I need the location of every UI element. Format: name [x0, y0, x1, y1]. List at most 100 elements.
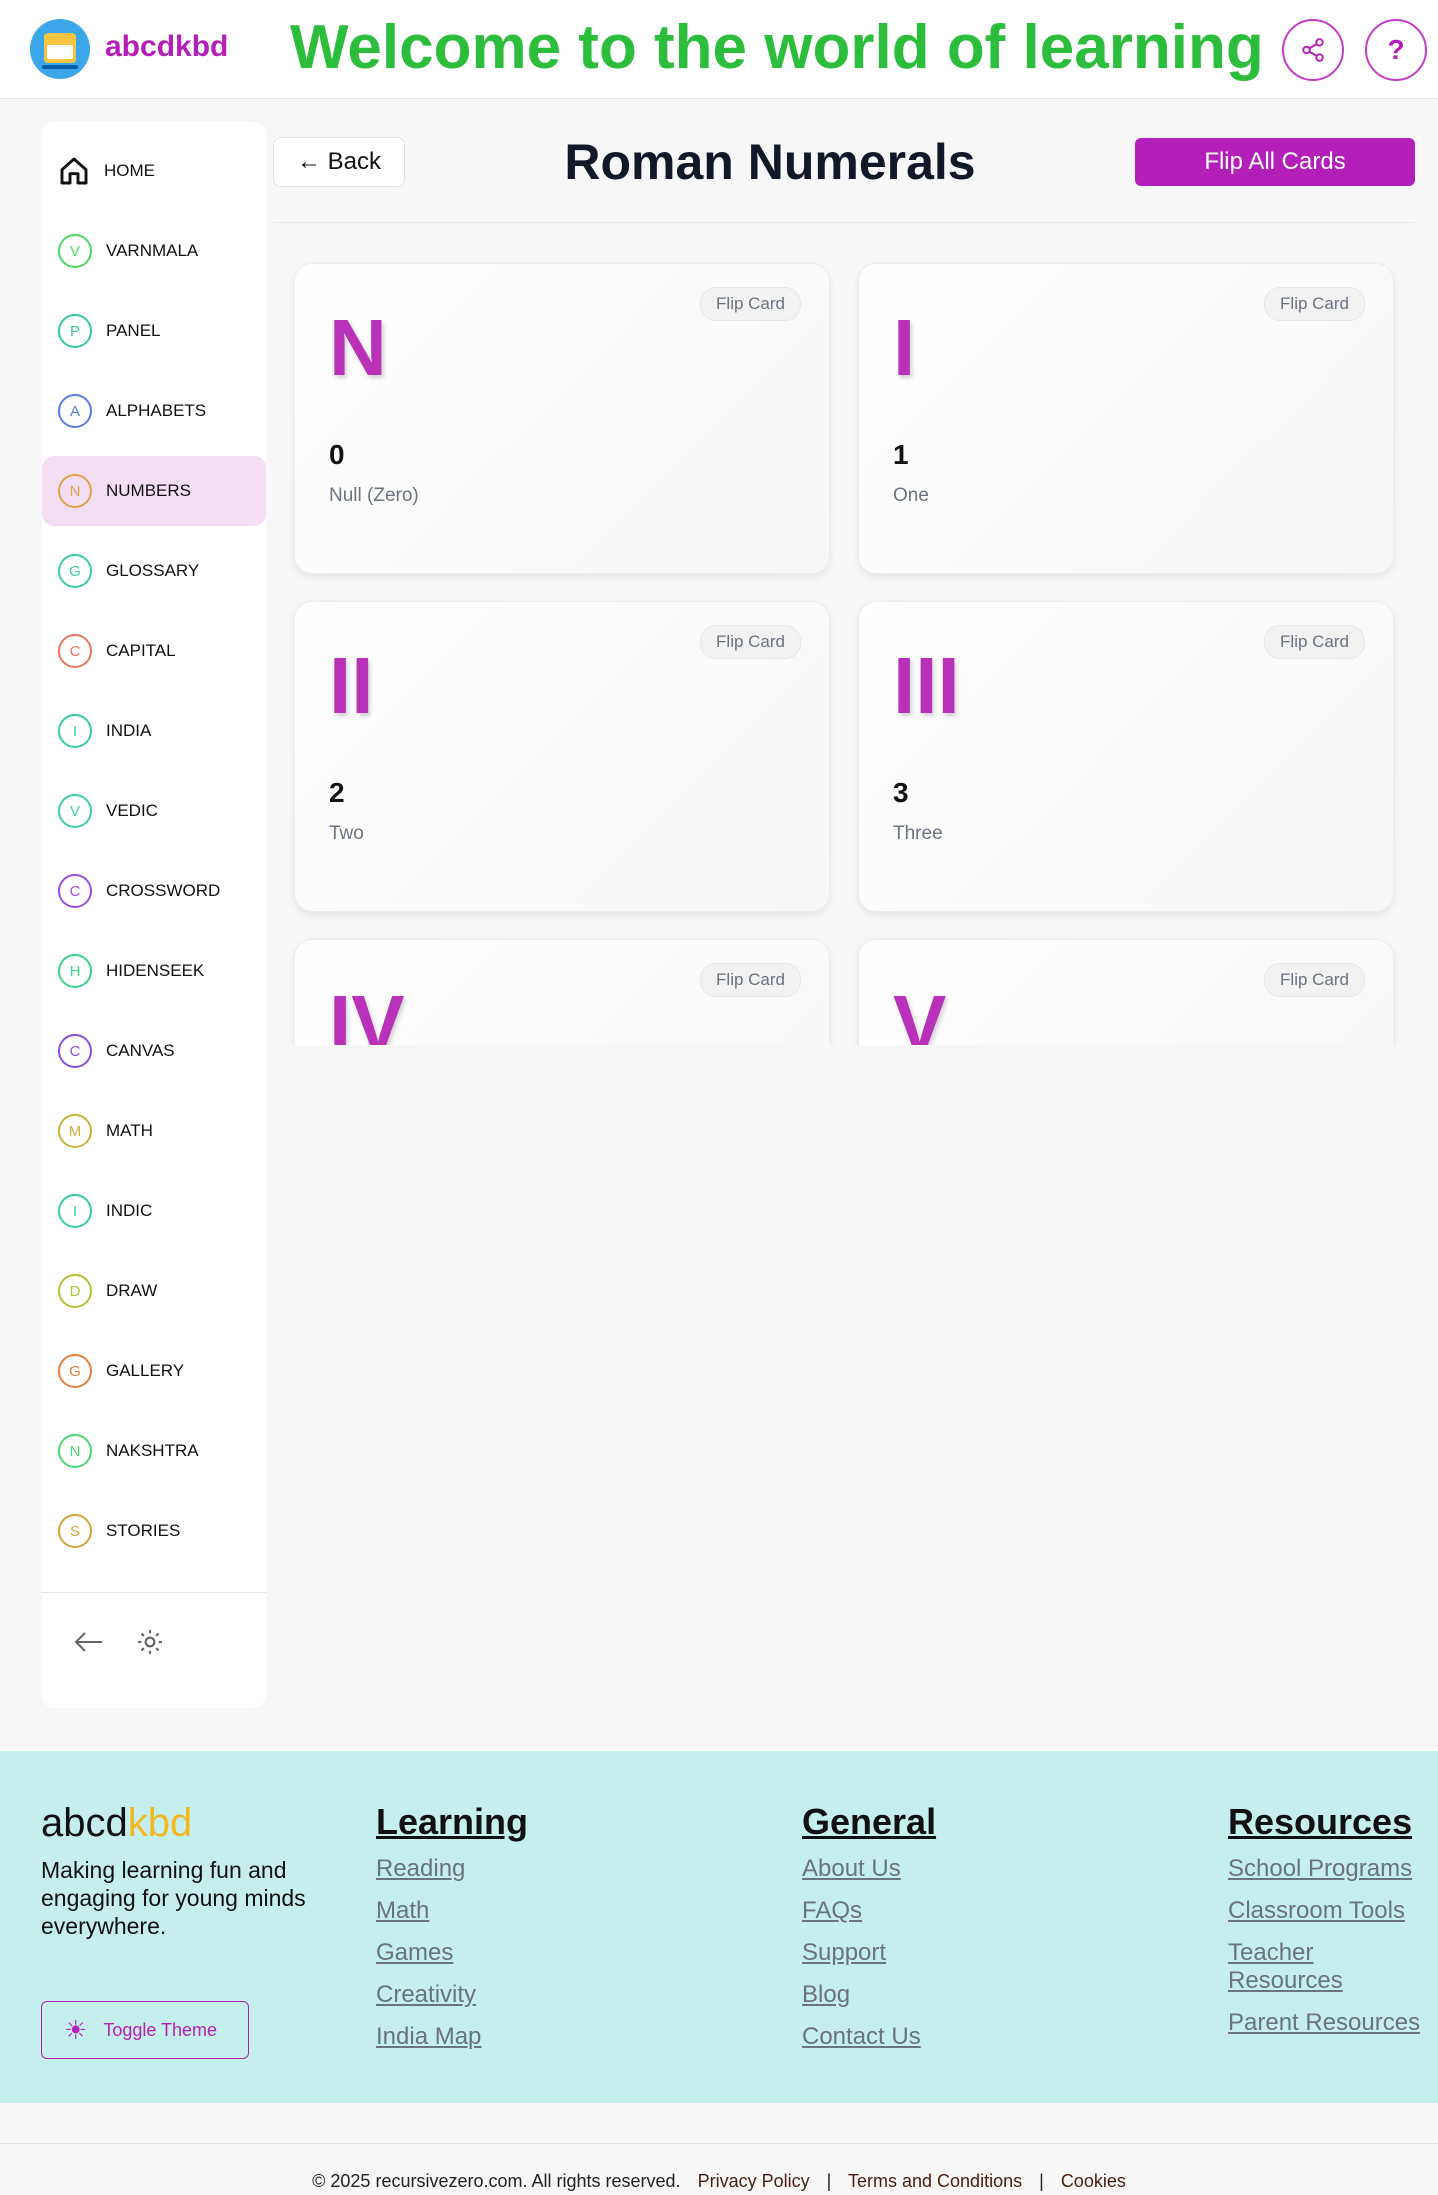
- roman-numeral: III: [893, 641, 960, 730]
- sidebar-item-glossary[interactable]: G GLOSSARY: [42, 536, 266, 606]
- footer-link[interactable]: Reading: [376, 1855, 636, 1883]
- sidebar-item-nakshtra[interactable]: N NAKSHTRA: [42, 1416, 266, 1486]
- privacy-policy-link[interactable]: Privacy Policy: [698, 2171, 810, 2191]
- flip-card-button[interactable]: Flip Card: [1264, 625, 1365, 659]
- number-word: One: [893, 485, 929, 506]
- copyright-bar: © 2025 recursivezero.com. All rights res…: [0, 2171, 1438, 2192]
- arabic-number: 0: [329, 439, 345, 470]
- letter-g-icon: G: [58, 1354, 92, 1388]
- letter-n-icon: N: [58, 474, 92, 508]
- theme-toggle-button[interactable]: [130, 1622, 170, 1662]
- sidebar-item-label: GALLERY: [106, 1361, 185, 1380]
- sidebar-item-label: NAKSHTRA: [106, 1441, 199, 1460]
- roman-numeral: V: [893, 979, 947, 1045]
- footer-link[interactable]: Classroom Tools: [1228, 1897, 1428, 1925]
- sidebar-item-label: VARNMALA: [106, 241, 199, 260]
- letter-n-icon: N: [58, 1434, 92, 1468]
- footer-link[interactable]: Support: [802, 1939, 1062, 1967]
- sidebar-item-label: GLOSSARY: [106, 561, 200, 580]
- footer-link[interactable]: About Us: [802, 1855, 1062, 1883]
- arabic-number: 2: [329, 777, 345, 808]
- sidebar-item-india[interactable]: I INDIA: [42, 696, 266, 766]
- footer-link[interactable]: Creativity: [376, 1981, 636, 2009]
- footer-link[interactable]: Contact Us: [802, 2023, 1062, 2051]
- footer-link[interactable]: Parent Resources: [1228, 2009, 1428, 2037]
- sidebar-item-canvas[interactable]: C CANVAS: [42, 1016, 266, 1086]
- cookies-link[interactable]: Cookies: [1061, 2171, 1126, 2191]
- letter-h-icon: H: [58, 954, 92, 988]
- footer-link[interactable]: Teacher Resources: [1228, 1939, 1428, 1995]
- letter-v-icon: V: [58, 234, 92, 268]
- letter-s-icon: S: [58, 1514, 92, 1548]
- bottom-divider: [0, 2143, 1438, 2144]
- footer-column-title[interactable]: Learning: [376, 1801, 636, 1843]
- collapse-sidebar-button[interactable]: [69, 1622, 109, 1662]
- toggle-theme-label: Toggle Theme: [103, 2019, 218, 2040]
- numeral-card[interactable]: I 1 One Flip Card: [858, 263, 1394, 574]
- footer-column-title[interactable]: Resources: [1228, 1801, 1428, 1843]
- page-title: Roman Numerals: [564, 134, 976, 190]
- footer-link[interactable]: School Programs: [1228, 1855, 1428, 1883]
- footer-link[interactable]: FAQs: [802, 1897, 1062, 1925]
- footer-column-general: General About Us FAQs Support Blog Contact Us: [802, 1801, 1062, 2065]
- sidebar-item-crossword[interactable]: C CROSSWORD: [42, 856, 266, 926]
- sidebar-item-vedic[interactable]: V VEDIC: [42, 776, 266, 846]
- sidebar-item-panel[interactable]: P PANEL: [42, 296, 266, 366]
- sidebar-item-draw[interactable]: D DRAW: [42, 1256, 266, 1326]
- terms-link[interactable]: Terms and Conditions: [848, 2171, 1022, 2191]
- letter-c-icon: C: [58, 1034, 92, 1068]
- arabic-number: 1: [893, 439, 909, 470]
- number-word: Three: [893, 823, 943, 844]
- logo-bar-shape: [42, 65, 78, 69]
- arrow-left-icon: [74, 1632, 102, 1652]
- sidebar-item-varnmala[interactable]: V VARNMALA: [42, 216, 266, 286]
- share-button[interactable]: [1282, 19, 1344, 81]
- flip-card-button[interactable]: Flip Card: [700, 625, 801, 659]
- help-button[interactable]: ?: [1365, 19, 1427, 81]
- flip-all-cards-button[interactable]: Flip All Cards: [1135, 138, 1415, 186]
- sidebar-item-label: CANVAS: [106, 1041, 175, 1060]
- separator: |: [826, 2171, 832, 2191]
- arabic-number: 3: [893, 777, 909, 808]
- roman-numeral: N: [329, 303, 387, 392]
- footer: abcdkbd Making learning fun and engaging…: [0, 1751, 1438, 2103]
- flip-card-button[interactable]: Flip Card: [700, 963, 801, 997]
- flip-card-button[interactable]: Flip Card: [1264, 287, 1365, 321]
- numeral-card[interactable]: IV Flip Card: [294, 939, 830, 1045]
- letter-a-icon: A: [58, 394, 92, 428]
- sidebar-item-gallery[interactable]: G GALLERY: [42, 1336, 266, 1406]
- sidebar-item-numbers[interactable]: N NUMBERS: [42, 456, 266, 526]
- roman-numeral: IV: [329, 979, 405, 1045]
- letter-c-icon: C: [58, 874, 92, 908]
- footer-column-title[interactable]: General: [802, 1801, 1062, 1843]
- share-icon: [1302, 38, 1324, 62]
- sidebar-item-home[interactable]: HOME: [42, 136, 266, 206]
- sidebar-item-stories[interactable]: S STORIES: [42, 1496, 266, 1566]
- numeral-card[interactable]: N 0 Null (Zero) Flip Card: [294, 263, 830, 574]
- footer-brand-part-a: abcd: [41, 1801, 128, 1845]
- numeral-card[interactable]: V Flip Card: [858, 939, 1394, 1045]
- flip-card-button[interactable]: Flip Card: [1264, 963, 1365, 997]
- footer-link[interactable]: India Map: [376, 2023, 636, 2051]
- app-logo[interactable]: [30, 19, 90, 79]
- toggle-theme-button[interactable]: ☀ Toggle Theme: [41, 2001, 249, 2059]
- numeral-card[interactable]: III 3 Three Flip Card: [858, 601, 1394, 912]
- sidebar-item-capital[interactable]: C CAPITAL: [42, 616, 266, 686]
- sidebar-item-hidenseek[interactable]: H HIDENSEEK: [42, 936, 266, 1006]
- back-button[interactable]: ← Back: [273, 137, 405, 187]
- footer-brand[interactable]: abcdkbd: [41, 1801, 192, 1846]
- separator: |: [1039, 2171, 1044, 2191]
- footer-link[interactable]: Games: [376, 1939, 636, 1967]
- numeral-card[interactable]: II 2 Two Flip Card: [294, 601, 830, 912]
- brand-name[interactable]: abcdkbd: [105, 30, 228, 64]
- footer-brand-part-b: kbd: [127, 1801, 193, 1845]
- footer-link[interactable]: Math: [376, 1897, 636, 1925]
- sidebar-item-math[interactable]: M MATH: [42, 1096, 266, 1166]
- footer-link[interactable]: Blog: [802, 1981, 1062, 2009]
- sidebar-item-label: DRAW: [106, 1281, 158, 1300]
- sidebar-item-indic[interactable]: I INDIC: [42, 1176, 266, 1246]
- sun-icon: ☀: [64, 2014, 88, 2045]
- sidebar-item-alphabets[interactable]: A ALPHABETS: [42, 376, 266, 446]
- sidebar-item-label: HIDENSEEK: [106, 961, 205, 980]
- flip-card-button[interactable]: Flip Card: [700, 287, 801, 321]
